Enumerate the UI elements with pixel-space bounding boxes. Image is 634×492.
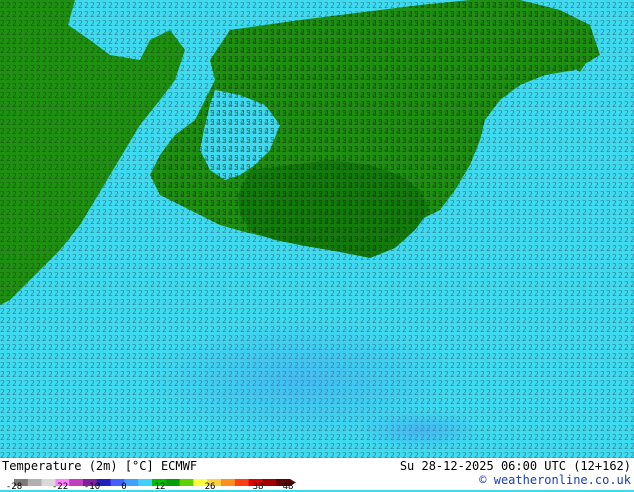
legend-swatch (179, 479, 194, 486)
legend-tick: -28 (5, 482, 23, 492)
legend-tick: 48 (282, 482, 294, 492)
legend-tick: -22 (51, 482, 69, 492)
legend-swatch (165, 479, 181, 486)
legend-tick: 12 (154, 482, 166, 492)
legend-tick: 26 (204, 482, 216, 492)
temperature-map[interactable]: 2 2 4 5 (0, 0, 634, 458)
legend-swatch (262, 479, 277, 486)
cold-patch-2 (360, 410, 480, 450)
map-title: Temperature (2m) [°C] ECMWF (2, 459, 198, 473)
legend-swatch (69, 479, 84, 486)
legend-swatch (27, 479, 43, 486)
color-legend: -28 -22 -10 0 12 26 38 48 (0, 472, 300, 492)
map-canvas: 2 2 4 5 (0, 0, 634, 458)
legend-swatch (138, 479, 153, 486)
legend-tick: 0 (121, 482, 127, 492)
site-credit[interactable]: © weatheronline.co.uk (479, 473, 631, 487)
legend-tick: 38 (252, 482, 264, 492)
legend-tick: -10 (83, 482, 101, 492)
map-footer: Temperature (2m) [°C] ECMWF Su 28-12-202… (0, 458, 634, 492)
legend-swatch (234, 479, 250, 486)
legend-swatch (221, 479, 236, 486)
map-datetime: Su 28-12-2025 06:00 UTC (12+162) (399, 459, 631, 473)
